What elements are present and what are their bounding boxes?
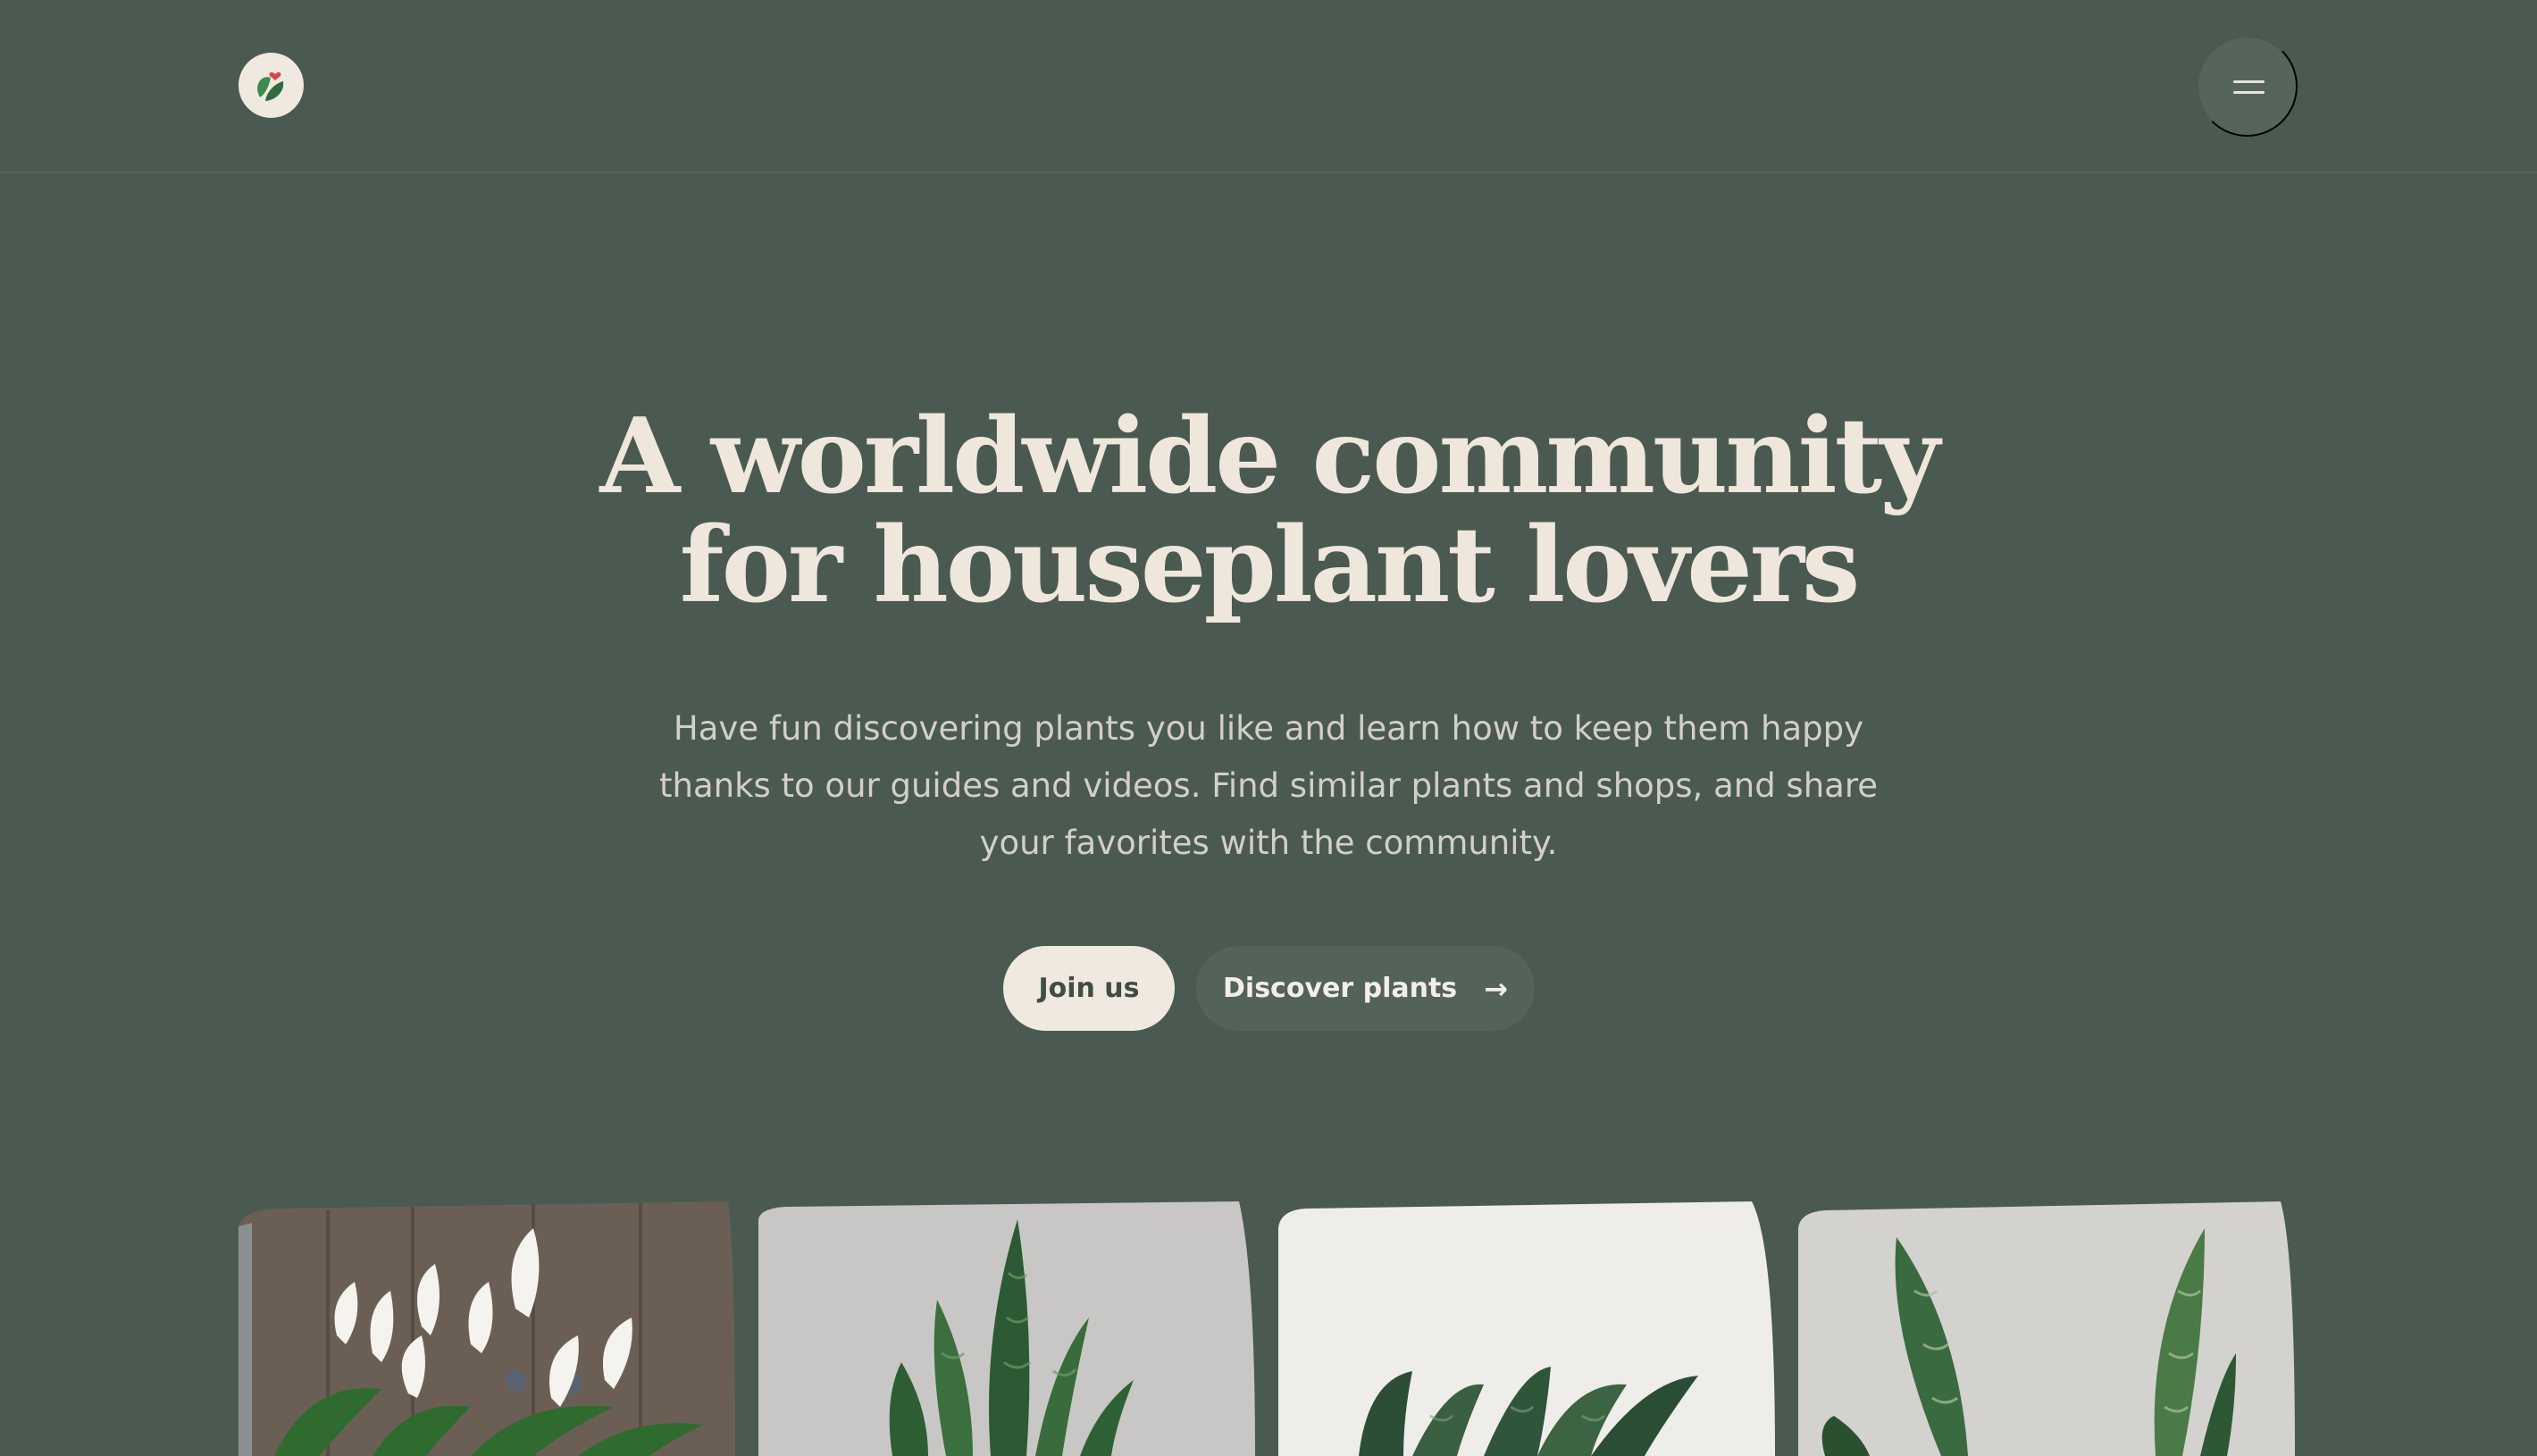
plant-card-snake-plant-tall[interactable] [1798, 1201, 2295, 1456]
hero-subtitle-line-2: thanks to our guides and videos. Find si… [658, 766, 1878, 805]
hero-title-line-2: for houseplant lovers [679, 505, 1861, 626]
plant-card-peace-lily[interactable] [239, 1201, 735, 1456]
arrow-right-icon: → [1484, 971, 1508, 1006]
join-us-label: Join us [1038, 973, 1140, 1004]
plant-card-snake-plant-rosette[interactable] [1278, 1201, 1775, 1456]
join-us-button[interactable]: Join us [1003, 946, 1175, 1031]
hero-title-line-1: A worldwide community [599, 396, 1939, 517]
hero-title: A worldwide community for houseplant lov… [465, 402, 2072, 620]
hero-subtitle-line-3: your favorites with the community. [979, 824, 1558, 862]
discover-plants-button[interactable]: Discover plants → [1196, 946, 1535, 1031]
hamburger-menu-icon[interactable] [2197, 36, 2298, 137]
plant-card-snake-plant[interactable] [758, 1201, 1255, 1456]
top-bar [0, 0, 2537, 173]
plant-heart-logo-icon[interactable] [239, 53, 304, 118]
menu-line [2233, 91, 2265, 94]
menu-line [2233, 80, 2265, 83]
hero-subtitle-line-1: Have fun discovering plants you like and… [673, 709, 1864, 748]
hero-subtitle: Have fun discovering plants you like and… [643, 700, 1894, 872]
discover-plants-label: Discover plants [1223, 973, 1458, 1004]
